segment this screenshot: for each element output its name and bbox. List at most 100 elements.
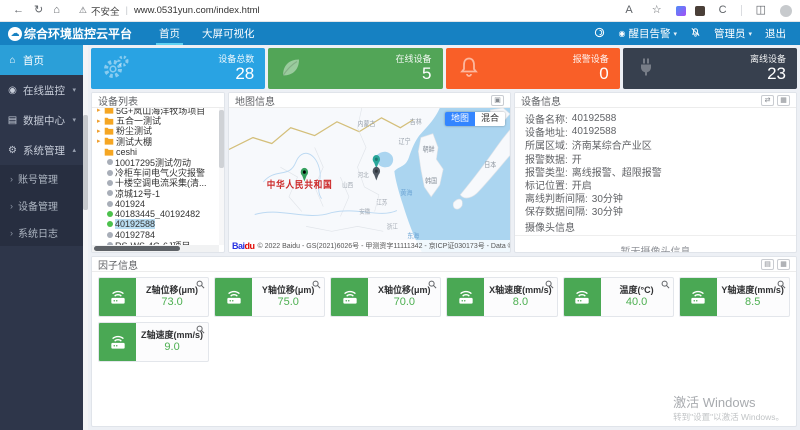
map-type-hybrid-button[interactable]: 混合	[475, 112, 505, 126]
magnifier-icon[interactable]	[777, 280, 786, 289]
screen-cast-icon[interactable]	[594, 27, 605, 41]
tree-device[interactable]: 凉城12号-1	[97, 188, 218, 198]
tree-folder[interactable]: ceshi	[97, 147, 218, 157]
info-row: 所属区域: 济南某综合产业区	[525, 138, 786, 151]
reload-icon[interactable]: ↻	[34, 5, 43, 16]
tree-device[interactable]: 十楼空调电流采集(清...	[97, 178, 218, 188]
factor-card[interactable]: X轴速度(mm/s) 8.0	[446, 277, 557, 317]
expand-arrow-icon[interactable]: ▸	[97, 117, 102, 125]
map-label: 浙江	[387, 222, 398, 231]
map-type-map-button[interactable]: 地图	[445, 112, 475, 126]
factor-card[interactable]: Z轴位移(μm) 73.0	[98, 277, 209, 317]
extension-icon[interactable]	[676, 6, 686, 16]
info-row: 保存数据间隔: 30分钟	[525, 204, 786, 217]
collections-icon[interactable]: C	[719, 5, 727, 16]
folder-icon	[104, 108, 114, 114]
sidebar-item-online-monitor[interactable]: ◉ 在线监控 ▾	[0, 75, 83, 105]
tree-device-selected[interactable]: 40192588	[97, 219, 218, 229]
tree-label: 粉尘测试	[116, 126, 152, 136]
browser-chrome: ← ↻ ⌂ ⚠ 不安全 | www.0531yun.com/index.html…	[0, 0, 800, 22]
tree-device[interactable]: 10017295测试勿动	[97, 157, 218, 167]
home-icon[interactable]: ⌂	[53, 5, 60, 16]
grid-view-icon[interactable]: ▦	[777, 259, 790, 270]
stat-card-total-devices[interactable]: 设备总数 28	[91, 48, 265, 89]
magnifier-icon[interactable]	[196, 325, 205, 334]
scrollbar-thumb[interactable]	[83, 115, 88, 210]
sensor-icon	[564, 278, 601, 316]
map-expand-icon[interactable]: ▣	[491, 95, 504, 106]
magnifier-icon[interactable]	[661, 280, 670, 289]
magnifier-icon[interactable]	[196, 280, 205, 289]
factor-card[interactable]: Y轴位移(μm) 75.0	[214, 277, 325, 317]
factor-card[interactable]: Z轴速度(mm/s) 9.0	[98, 322, 209, 362]
device-info-header: 设备信息 ⇄ ▦	[515, 93, 796, 108]
bell-muted-icon[interactable]	[690, 27, 701, 41]
tree-vertical-scrollbar[interactable]	[219, 108, 224, 245]
main-content: 设备总数 28 在线设备 5 报警设备 0	[88, 45, 800, 430]
stat-card-offline-devices[interactable]: 离线设备 23	[623, 48, 797, 89]
map-label: 内蒙古	[358, 118, 376, 128]
plug-icon	[634, 55, 658, 82]
read-aloud-icon[interactable]: A	[625, 5, 632, 16]
tree-label: 401924	[115, 199, 145, 209]
map-label: 安徽	[359, 207, 370, 216]
factor-value: 70.0	[394, 296, 415, 310]
tree-label: 40183445_40192482	[115, 209, 200, 219]
sidebar-item-home[interactable]: ⌂ 首页	[0, 45, 83, 75]
back-icon[interactable]: ←	[13, 5, 24, 16]
magnifier-icon[interactable]	[428, 280, 437, 289]
sidebar-item-device-manage[interactable]: › 设备管理	[0, 192, 83, 219]
factor-card[interactable]: Y轴速度(mm/s) 8.5	[679, 277, 790, 317]
device-tree: ▸ 5G+岚山海洋牧场项目 ▸ 五合一测试 ▸ 粉尘测试	[92, 108, 224, 252]
sidebar-item-label: 数据中心	[23, 113, 65, 128]
compare-icon[interactable]: ⇄	[761, 95, 774, 106]
sidebar-item-label: 系统日志	[18, 225, 58, 240]
sidebar-item-system-manage[interactable]: ⚙ 系统管理 ▴	[0, 135, 83, 165]
factor-card[interactable]: X轴位移(μm) 70.0	[330, 277, 441, 317]
tree-device[interactable]: 冷柜车间电气火灾报警	[97, 167, 218, 177]
factor-card[interactable]: 温度(°C) 40.0	[563, 277, 674, 317]
split-screen-icon[interactable]: ◫	[756, 5, 766, 16]
sidebar-item-account-manage[interactable]: › 账号管理	[0, 165, 83, 192]
map-label: 江苏	[376, 198, 387, 207]
sidebar-item-data-center[interactable]: ▤ 数据中心 ▾	[0, 105, 83, 135]
magnifier-icon[interactable]	[312, 280, 321, 289]
tree-folder[interactable]: ▸ 测试大棚	[97, 136, 218, 146]
nav-home[interactable]: 首页	[148, 22, 191, 45]
stat-card-alarm-devices[interactable]: 报警设备 0	[446, 48, 620, 89]
alarm-dropdown[interactable]: ◉ 醒目告警 ▾	[618, 26, 677, 41]
sub-arrow-icon: ›	[10, 174, 13, 184]
browser-profile-avatar[interactable]	[780, 5, 792, 17]
expand-arrow-icon[interactable]: ▸	[97, 108, 102, 114]
list-view-icon[interactable]: ▤	[761, 259, 774, 270]
tree-label: ceshi	[116, 147, 137, 157]
offline-status-dot	[107, 159, 113, 165]
sidebar-submenu: › 账号管理 › 设备管理 › 系统日志	[0, 165, 83, 246]
tree-folder[interactable]: ▸ 五合一测试	[97, 115, 218, 125]
logout-button[interactable]: 退出	[765, 26, 786, 41]
tree-folder[interactable]: ▸ 5G+岚山海洋牧场项目	[97, 108, 218, 115]
tree-device[interactable]: 40183445_40192482	[97, 209, 218, 219]
page-scrollbar[interactable]	[83, 45, 88, 430]
user-dropdown[interactable]: 管理员 ▾	[714, 26, 752, 41]
tree-device[interactable]: 401924	[97, 199, 218, 209]
address-bar[interactable]: ⚠ 不安全 | www.0531yun.com/index.html	[79, 4, 260, 18]
grid-icon[interactable]: ▦	[777, 95, 790, 106]
tree-device[interactable]: 40192784	[97, 230, 218, 240]
stat-card-online-devices[interactable]: 在线设备 5	[268, 48, 442, 89]
expand-arrow-icon[interactable]: ▸	[97, 127, 102, 135]
tree-horizontal-scrollbar[interactable]	[92, 245, 219, 252]
expand-arrow-icon[interactable]: ▸	[97, 137, 102, 145]
tree-folder[interactable]: ▸ 粉尘测试	[97, 126, 218, 136]
map-label: 辽宁	[399, 136, 411, 146]
sidebar-item-system-log[interactable]: › 系统日志	[0, 219, 83, 246]
favorites-star-icon[interactable]: ☆	[652, 5, 662, 16]
scrollbar-thumb[interactable]	[94, 246, 180, 251]
map-canvas[interactable]: 内蒙古 吉林 辽宁 朝鲜 韩国 日本 河北 山西 江苏 安徽 浙江 黄海 东海	[229, 108, 510, 252]
magnifier-icon[interactable]	[545, 280, 554, 289]
scrollbar-thumb[interactable]	[219, 110, 224, 168]
extension-icon[interactable]	[695, 6, 705, 16]
offline-status-dot	[107, 201, 113, 207]
map-attribution: Baidu © 2022 Baidu - GS(2021)6026号 - 甲测资…	[229, 240, 510, 252]
nav-bigscreen[interactable]: 大屏可视化	[191, 22, 266, 45]
